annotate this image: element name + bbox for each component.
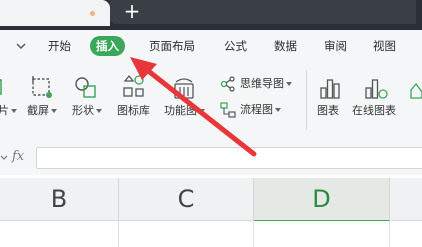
chart-button[interactable] — [316, 74, 344, 102]
tab-formulas[interactable]: 公式 — [224, 38, 247, 54]
flowchart-label: 流程图 — [240, 103, 281, 117]
column-header-c[interactable]: C — [119, 178, 254, 221]
formula-input[interactable] — [36, 147, 422, 169]
grid-line — [389, 221, 390, 247]
screenshot-icon — [32, 76, 52, 98]
shapes-icon — [75, 77, 96, 98]
online-chart-button[interactable] — [362, 74, 390, 102]
tab-home[interactable]: 开始 — [48, 38, 71, 54]
icon-library-button[interactable] — [120, 74, 148, 102]
bar-chart-icon — [320, 79, 340, 99]
tab-insert[interactable]: 插入 — [90, 36, 125, 56]
spreadsheet-app: + 开始 插入 页面布局 公式 数据 审阅 视图 片 截屏 形状 图标库 功能图… — [0, 0, 422, 247]
mind-map-icon — [220, 76, 235, 92]
grid-line — [253, 221, 254, 247]
fx-label[interactable]: fx — [12, 149, 24, 164]
icon-library-label: 图标库 — [117, 104, 150, 117]
mind-map-button[interactable]: 思维导图 — [220, 76, 300, 92]
online-chart-icon — [365, 79, 388, 99]
new-tab-button[interactable]: + — [122, 1, 142, 21]
mind-map-label: 思维导图 — [240, 77, 292, 91]
ribbon-panel: 片 截屏 形状 图标库 功能图 思维导图 流程图 图表 在线图表 — [0, 62, 422, 141]
grid-line — [118, 221, 119, 247]
chevron-down-icon[interactable] — [0, 154, 8, 162]
unsaved-dot-icon — [90, 11, 95, 16]
tab-bar-background — [110, 0, 416, 24]
chevron-down-icon[interactable] — [16, 41, 26, 51]
icon-library-icon — [123, 74, 144, 97]
column-header-e[interactable] — [390, 178, 422, 221]
screenshot-button[interactable] — [28, 74, 56, 102]
function-chart-button[interactable] — [170, 74, 198, 102]
shapes-label: 形状 — [72, 104, 102, 118]
flowchart-icon — [220, 102, 236, 118]
tab-page-layout[interactable]: 页面布局 — [149, 38, 195, 54]
picture-icon — [0, 79, 2, 95]
tab-review[interactable]: 审阅 — [324, 38, 347, 54]
online-chart-label: 在线图表 — [352, 104, 396, 117]
picture-label: 片 — [0, 104, 17, 118]
tab-data[interactable]: 数据 — [274, 38, 297, 54]
area-chart-icon[interactable] — [410, 80, 422, 100]
formula-bar: fx — [0, 140, 422, 175]
ribbon-separator — [306, 70, 307, 130]
screenshot-label: 截屏 — [27, 104, 57, 118]
chart-label: 图表 — [317, 104, 339, 117]
function-chart-label: 功能图 — [164, 104, 205, 118]
title-tab-strip: + — [0, 0, 422, 30]
ribbon-tab-bar: 开始 插入 页面布局 公式 数据 审阅 视图 — [0, 30, 422, 62]
shapes-button[interactable] — [72, 74, 100, 102]
column-header-d[interactable]: D — [254, 178, 390, 222]
cell-grid[interactable] — [0, 221, 422, 247]
flowchart-button[interactable]: 流程图 — [220, 102, 300, 118]
tab-view[interactable]: 视图 — [373, 38, 396, 54]
function-chart-icon — [174, 78, 194, 99]
column-header-b[interactable]: B — [0, 178, 119, 221]
